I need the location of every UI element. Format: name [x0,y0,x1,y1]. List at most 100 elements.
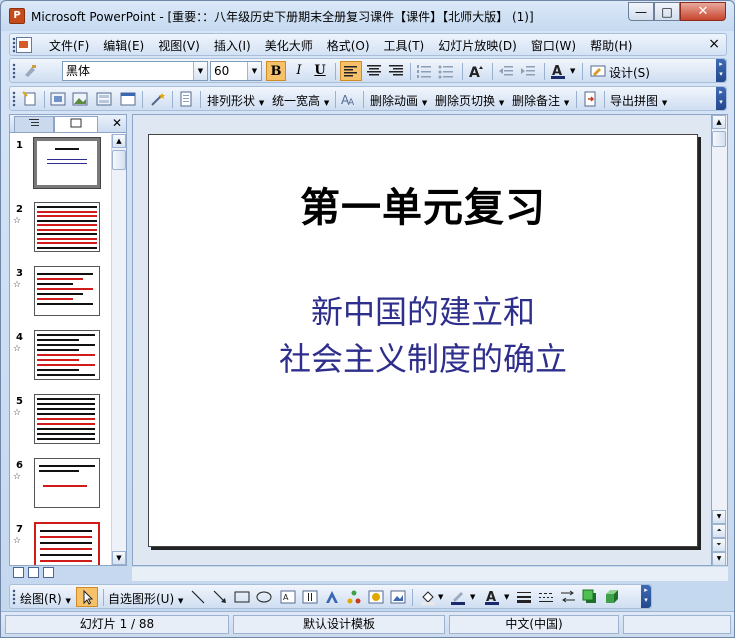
increase-font-icon[interactable]: A [468,63,484,81]
numbering-icon[interactable] [416,63,432,79]
font-color-icon[interactable]: A [550,63,566,79]
slide-subtitle-line2[interactable]: 社会主义制度的确立 [149,334,697,380]
chevron-down-icon[interactable]: ▼ [247,62,261,80]
3d-style-icon[interactable] [604,589,620,605]
arrange-shapes-button[interactable]: 排列形状 ▼ [207,92,264,109]
shadow-style-icon[interactable] [582,589,598,605]
menu-slideshow[interactable]: 幻灯片放映(D) [431,37,524,54]
scroll-bottom-icon[interactable]: ▼ [712,552,726,566]
italic-button[interactable]: I [289,61,309,81]
slide-sorter-view-icon[interactable] [28,567,39,578]
rectangle-tool-icon[interactable] [234,589,250,605]
toolbar-options-icon[interactable]: ▸ ▾ [716,59,726,82]
close-button[interactable]: ✕ [680,2,726,21]
vertical-textbox-icon[interactable] [302,589,318,605]
chevron-down-icon[interactable]: ▼ [570,67,575,75]
close-icon[interactable]: ✕ [112,116,122,130]
table-icon[interactable] [120,91,136,107]
horizontal-scrollbar[interactable] [132,567,728,581]
font-color-icon[interactable]: A [484,589,500,605]
current-slide[interactable]: 第一单元复习 新中国的建立和 社会主义制度的确立 [148,134,698,547]
tab-outline[interactable] [14,116,54,132]
line-color-icon[interactable] [450,589,466,605]
page-icon[interactable] [178,91,194,107]
align-center-icon[interactable] [366,63,382,79]
arrow-tool-icon[interactable] [212,589,228,605]
menu-window[interactable]: 窗口(W) [524,37,583,54]
clipart-icon[interactable] [368,589,384,605]
decrease-indent-icon[interactable] [498,63,514,79]
bold-button[interactable]: B [266,61,286,81]
wordart-icon[interactable] [324,589,340,605]
slide-title[interactable]: 第一单元复习 [149,175,697,233]
document-close-icon[interactable]: × [708,36,720,52]
scrollbar-thumb[interactable] [112,150,126,170]
slide-thumbnail-row[interactable]: 6 ☆ [10,458,110,518]
draw-menu-button[interactable]: 绘图(R) ▼ [20,590,71,607]
slide-thumbnail-row[interactable]: 4 ☆ [10,330,110,390]
maximize-button[interactable]: □ [654,2,680,21]
slide-thumbnail[interactable] [34,330,100,380]
new-slide-icon[interactable] [22,91,38,107]
next-slide-icon[interactable]: ⏷ [712,538,726,552]
menu-help[interactable]: 帮助(H) [583,37,639,54]
document-icon[interactable] [16,37,32,53]
autoshapes-menu-button[interactable]: 自选图形(U) ▼ [108,590,183,607]
tab-slides[interactable] [54,116,98,132]
toolbar-grip[interactable] [12,91,16,107]
powerpoint-app-icon[interactable]: P [9,8,25,24]
unify-size-button[interactable]: 统一宽高 ▼ [272,92,329,109]
menu-beautify[interactable]: 美化大师 [258,37,320,54]
font-size-select[interactable]: 60 ▼ [210,61,262,81]
textbox-tool-icon[interactable]: A [280,589,296,605]
align-left-icon[interactable] [340,61,362,81]
layout-icon[interactable] [96,91,112,107]
scroll-up-icon[interactable]: ▲ [112,134,126,148]
text-style-icon[interactable]: AA [341,91,357,108]
bullets-icon[interactable] [438,63,454,79]
slide-thumbnail[interactable] [33,137,101,189]
select-pointer-icon[interactable] [76,587,98,607]
design-icon[interactable] [590,63,606,79]
slide-thumbnail-row[interactable]: 5 ☆ [10,394,110,454]
chevron-down-icon[interactable]: ▼ [504,593,509,601]
slide-thumbnail[interactable] [34,202,100,252]
diagram-icon[interactable] [346,589,362,605]
line-tool-icon[interactable] [190,589,206,605]
minimize-button[interactable]: — [628,2,654,21]
image-icon[interactable] [72,91,88,107]
export-puzzle-button[interactable]: 导出拼图 ▼ [610,92,667,109]
previous-slide-icon[interactable]: ⏶ [712,524,726,538]
slide-subtitle-line1[interactable]: 新中国的建立和 [149,287,697,333]
insert-picture-icon[interactable] [390,589,406,605]
menu-file[interactable]: 文件(F) [42,37,96,54]
panel-scrollbar[interactable]: ▲ ▼ [111,134,126,565]
align-right-icon[interactable] [388,63,404,79]
slideshow-view-icon[interactable] [43,567,54,578]
arrow-style-icon[interactable] [560,589,576,605]
toolbar-grip[interactable] [12,63,16,79]
slide-thumbnail-row[interactable]: 2 ☆ [10,202,110,262]
slide-thumbnail-row[interactable]: 7 ☆ [10,522,110,565]
slide-thumbnail[interactable] [34,458,100,508]
chevron-down-icon[interactable]: ▼ [438,593,443,601]
remove-animation-button[interactable]: 删除动画 ▼ [370,92,427,109]
scrollbar-thumb[interactable] [712,131,726,147]
format-painter-icon[interactable] [22,63,38,79]
chevron-down-icon[interactable]: ▼ [193,62,207,80]
scroll-down-icon[interactable]: ▼ [712,510,726,524]
main-scrollbar[interactable]: ▲ ▼ ⏶ ⏷ ▼ [712,114,728,566]
normal-view-icon[interactable] [13,567,24,578]
design-template-name[interactable]: 默认设计模板 [233,615,445,634]
increase-indent-icon[interactable] [520,63,536,79]
font-name-select[interactable]: 黑体 ▼ [62,61,208,81]
scroll-down-icon[interactable]: ▼ [112,551,126,565]
slide-thumbnail-row[interactable]: 1 [10,137,110,198]
remove-transition-button[interactable]: 删除页切换 ▼ [435,92,504,109]
export-icon[interactable] [582,91,598,107]
toolbar-grip[interactable] [12,589,16,605]
toolbar-options-icon[interactable]: ▸ ▾ [716,87,726,110]
design-button[interactable]: 设计(S) [609,64,650,81]
oval-tool-icon[interactable] [256,589,272,605]
slide-thumbnail[interactable] [34,522,100,565]
